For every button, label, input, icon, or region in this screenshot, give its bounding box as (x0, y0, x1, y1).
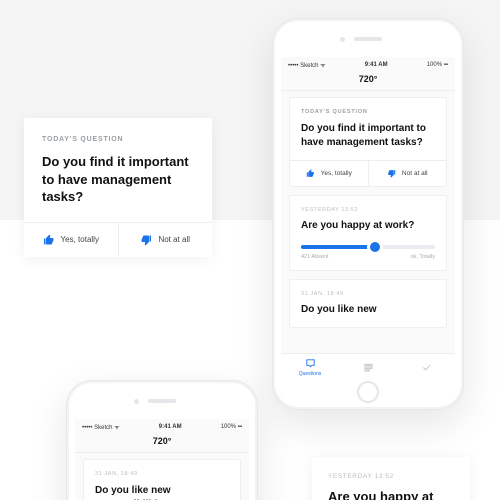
tab-third[interactable] (397, 354, 455, 381)
check-icon (421, 362, 432, 373)
thumb-down-icon (387, 169, 396, 178)
home-button[interactable] (357, 381, 379, 403)
status-right: 100% ▪▪ (221, 424, 242, 430)
answer-no-label: Not at all (402, 170, 428, 177)
card-meta: YESTERDAY 13:52 (301, 207, 435, 213)
answer-yes-label: Yes, totally (321, 170, 352, 177)
feed-card-today: TODAY'S QUESTION Do you find it importan… (289, 97, 447, 187)
thumb-down-icon (140, 234, 152, 246)
phone-speaker (148, 399, 176, 403)
status-left: ••••• Sketch ᯤ (82, 423, 120, 431)
nav-title: 720° (281, 71, 455, 91)
status-time: 9:41 AM (365, 62, 388, 68)
status-bar: ••••• Sketch ᯤ 9:41 AM 100% ▪▪ (75, 419, 249, 433)
thumb-up-icon (306, 169, 315, 178)
answer-no-button[interactable]: Not at all (368, 161, 447, 186)
thumb-up-icon (43, 234, 55, 246)
question-card-bottom: YESTERDAY 13:52 Are you happy at (312, 457, 470, 500)
phone-screen: ••••• Sketch ᯤ 9:41 AM 100% ▪▪ 720° 31 J… (75, 419, 249, 500)
feed[interactable]: 31 JAN, 18:49 Do you like new responsibi… (75, 453, 249, 500)
status-right: 100% ▪▪ (427, 62, 448, 68)
slider-labels: 421 Absent ok, Totally (301, 254, 435, 270)
card-question: Do you like new responsibilities? (95, 484, 229, 500)
card-question: Are you happy at work? (301, 219, 435, 233)
feed-card-partial: 31 JAN, 18:49 Do you like new (289, 279, 447, 329)
tab-bar: Questions (281, 353, 455, 381)
card-question: Do you find it important to have managem… (42, 153, 194, 206)
card-meta: YESTERDAY 13:52 (328, 473, 454, 480)
card-meta: 31 JAN, 18:49 (95, 471, 229, 477)
phone-screen: ••••• Sketch ᯤ 9:41 AM 100% ▪▪ 720° TODA… (281, 57, 455, 381)
answer-row: Yes, totally Not at all (24, 222, 212, 257)
phone-mockup-left: ••••• Sketch ᯤ 9:41 AM 100% ▪▪ 720° 31 J… (66, 380, 258, 500)
answer-row: Yes, totally Not at all (290, 160, 446, 186)
answer-yes-button[interactable]: Yes, totally (290, 161, 368, 186)
answer-no-button[interactable]: Not at all (118, 223, 213, 257)
answer-yes-button[interactable]: Yes, totally (24, 223, 118, 257)
nav-title: 720° (75, 433, 249, 453)
feed[interactable]: TODAY'S QUESTION Do you find it importan… (281, 91, 455, 334)
question-card-standalone: TODAY'S QUESTION Do you find it importan… (24, 118, 212, 257)
phone-camera (340, 37, 345, 42)
phone-camera (134, 399, 139, 404)
tab-label: Questions (299, 371, 322, 377)
status-left: ••••• Sketch ᯤ (288, 61, 326, 69)
feed-card-stars: 31 JAN, 18:49 Do you like new responsibi… (83, 459, 241, 500)
card-question: Are you happy at (328, 488, 454, 500)
feed-card-slider: YESTERDAY 13:52 Are you happy at work? 4… (289, 195, 447, 271)
mood-slider[interactable] (301, 245, 435, 249)
card-eyebrow: TODAY'S QUESTION (301, 109, 435, 115)
slider-knob[interactable] (370, 242, 380, 252)
chat-icon (305, 358, 316, 369)
slider-min-label: 421 Absent (301, 254, 329, 260)
answer-no-label: Not at all (158, 235, 190, 244)
tab-questions[interactable]: Questions (281, 354, 339, 381)
phone-speaker (354, 37, 382, 41)
status-bar: ••••• Sketch ᯤ 9:41 AM 100% ▪▪ (281, 57, 455, 71)
status-time: 9:41 AM (159, 424, 182, 430)
card-eyebrow: TODAY'S QUESTION (42, 136, 194, 143)
phone-mockup-right: ••••• Sketch ᯤ 9:41 AM 100% ▪▪ 720° TODA… (272, 18, 464, 410)
tab-second[interactable] (339, 354, 397, 381)
card-question: Do you find it important to have managem… (301, 122, 435, 149)
card-question: Do you like new (301, 303, 435, 317)
slider-max-label: ok, Totally (411, 254, 435, 260)
slider-fill (301, 245, 375, 249)
card-meta: 31 JAN, 18:49 (301, 291, 435, 297)
list-icon (363, 362, 374, 373)
answer-yes-label: Yes, totally (61, 235, 99, 244)
